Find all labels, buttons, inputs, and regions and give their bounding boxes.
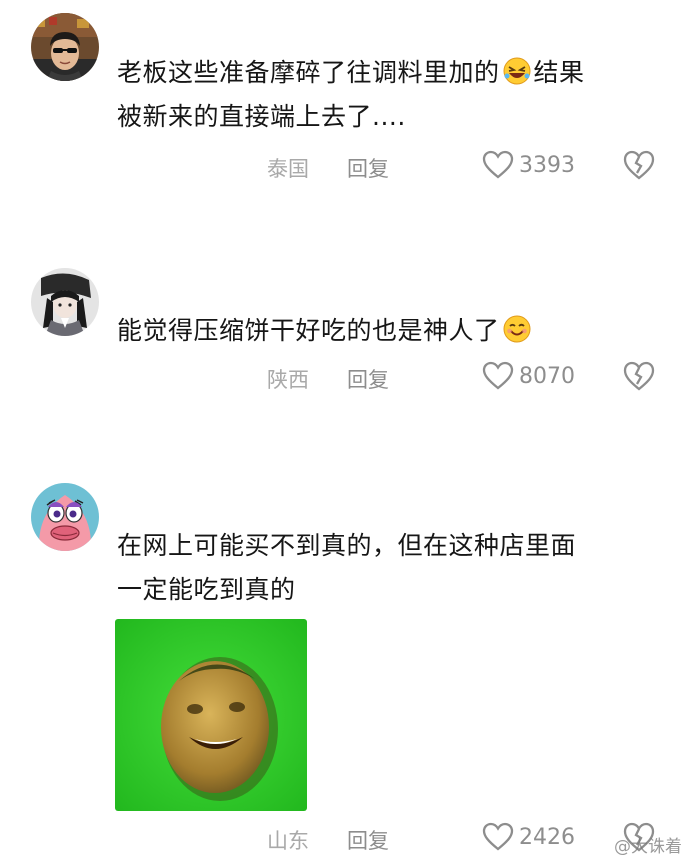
like-count: 3393: [519, 153, 575, 178]
comment-text: 在网上可能买不到真的，但在这种店里面 一定能吃到真的: [117, 524, 677, 612]
comment-meta: 泰国 回复 3393: [0, 147, 690, 183]
ip-location: 陕西: [267, 368, 309, 392]
comment-text-line: 能觉得压缩饼干好吃的也是神人了: [117, 316, 500, 345]
heart-outline-icon: [482, 822, 514, 851]
dislike-button[interactable]: [622, 360, 656, 392]
broken-heart-icon: [623, 150, 655, 180]
ip-location: 泰国: [267, 157, 309, 181]
rolling-laughing-emoji-icon: [503, 57, 531, 85]
comment-text-line: 被新来的直接端上去了....: [117, 102, 406, 131]
comment-text-line: 一定能吃到真的: [117, 575, 296, 604]
heart-outline-icon: [482, 361, 514, 390]
user-avatar[interactable]: [31, 268, 99, 336]
dislike-button[interactable]: [622, 149, 656, 181]
smiling-emoji-icon: [503, 315, 531, 343]
reply-button[interactable]: 回复: [347, 364, 389, 394]
comment-text: 老板这些准备摩碎了往调料里加的 结果 被新来的直接端上去了....: [117, 51, 677, 139]
reply-button[interactable]: 回复: [347, 825, 389, 855]
comment-meta: 山东 回复 2426: [0, 819, 690, 855]
comment-text-line: 在网上可能买不到真的，但在这种店里面: [117, 531, 577, 560]
comment-text: 能觉得压缩饼干好吃的也是神人了: [117, 309, 677, 353]
comment-meta: 陕西 回复 8070: [0, 358, 690, 394]
heart-outline-icon: [482, 150, 514, 179]
comment-text-tail: 结果: [533, 58, 585, 87]
comment-image-attachment[interactable]: [115, 619, 307, 811]
like-count: 8070: [519, 364, 575, 389]
comment-text-line: 老板这些准备摩碎了往调料里加的: [117, 58, 500, 87]
user-avatar[interactable]: [31, 13, 99, 81]
like-count: 2426: [519, 825, 575, 850]
user-avatar[interactable]: [31, 483, 99, 551]
broken-heart-icon: [623, 361, 655, 391]
reply-button[interactable]: 回复: [347, 153, 389, 183]
weibo-watermark: @大诛着: [614, 837, 682, 857]
ip-location: 山东: [267, 829, 309, 853]
